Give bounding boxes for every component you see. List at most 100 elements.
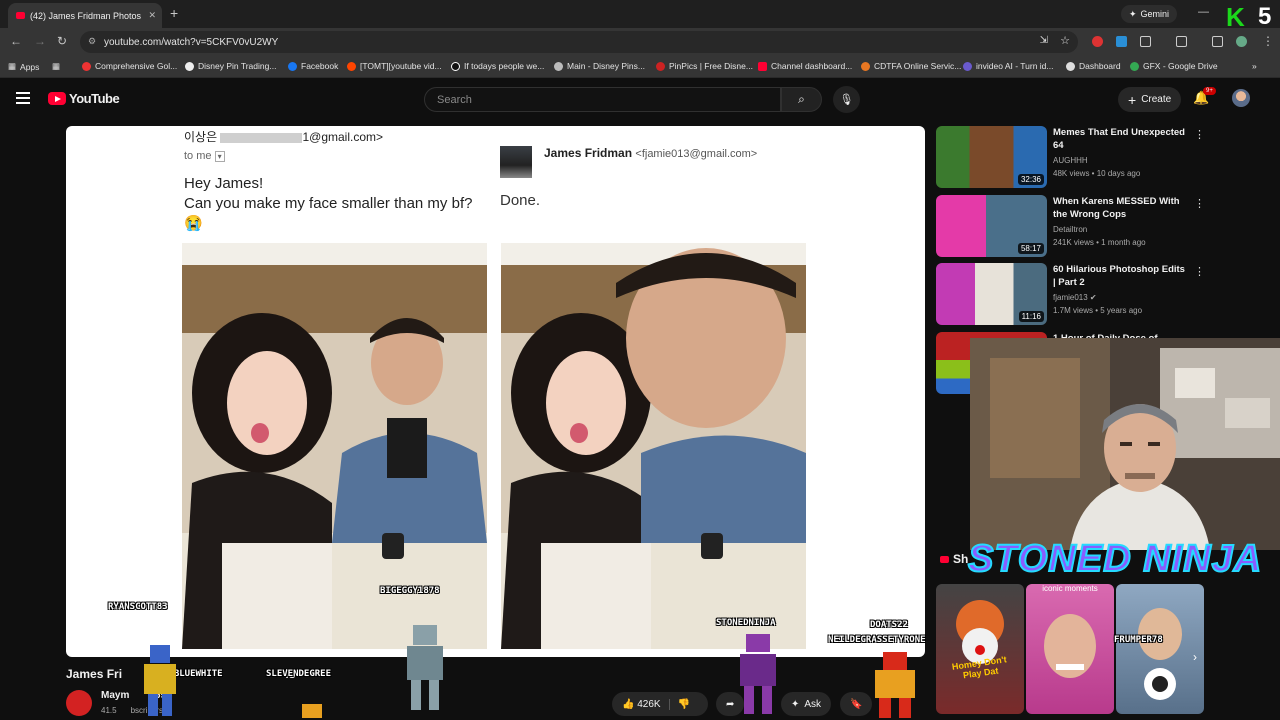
ask-button[interactable]: ✦ Ask [781, 692, 832, 716]
bookmark-favicon-icon [1066, 61, 1075, 71]
minimize-icon[interactable]: — [1198, 6, 1209, 18]
youtube-icon [758, 61, 767, 71]
bookmark-item[interactable]: PinPics | Free Disne... [656, 61, 753, 71]
reply-sender: James Fridman <fjamie013@gmail.com> [544, 146, 758, 160]
gemini-button[interactable]: ✦ Gemini [1121, 5, 1178, 23]
extension-red-icon[interactable] [1092, 36, 1103, 47]
pixel-sprite-icon [740, 634, 776, 714]
email-message: Hey James! Can you make my face smaller … [184, 175, 473, 232]
more-options-icon[interactable]: ⋮ [1194, 265, 1205, 278]
search-button[interactable]: ⌕ [781, 87, 822, 112]
video-thumbnail[interactable]: 32:36 [936, 126, 1047, 188]
profile-icon[interactable] [1236, 36, 1247, 47]
bookmark-star-icon[interactable]: ☆ [1060, 34, 1070, 47]
recommendation-meta: 1.7M views • 5 years ago [1053, 306, 1143, 315]
short-thumbnail[interactable]: iconic moments [1026, 584, 1114, 714]
stream-name-overlay: STONED NINJA [967, 537, 1263, 581]
bookmark-item[interactable]: Comprehensive Gol... [82, 61, 177, 71]
video-thumbnail[interactable]: 58:17 [936, 195, 1047, 257]
back-icon[interactable]: ← [10, 34, 22, 48]
youtube-header: YouTube Search ⌕ 🎙 + Create 🔔 9+ [0, 78, 1280, 122]
recommendation-title[interactable]: Memes That End Unexpected 64 [1053, 126, 1187, 152]
bookmark-item[interactable]: Disney Pin Trading... [185, 61, 276, 71]
forward-icon[interactable]: → [34, 34, 46, 48]
recommendation-channel[interactable]: AUGHHH [1053, 156, 1088, 165]
short-thumbnail[interactable]: Homey Don't Play Dat [936, 584, 1024, 714]
k-logo-icon: K [1226, 2, 1245, 32]
short-caption: iconic moments [1042, 584, 1098, 593]
gemini-sparkle-icon: ✦ [1129, 8, 1137, 19]
browser-menu-icon[interactable]: ⋮ [1262, 34, 1274, 48]
voice-search-button[interactable]: 🎙 [833, 86, 860, 113]
bookmark-item[interactable]: Main - Disney Pins... [554, 61, 645, 71]
bookmark-item[interactable]: GFX - Google Drive [1130, 61, 1218, 71]
chat-username: NEILDEGRASSETYRONE [828, 635, 926, 645]
reply-avatar [500, 146, 532, 178]
shorts-next-icon[interactable]: › [1193, 650, 1197, 664]
video-player[interactable]: 이상은 1@gmail.com> to me ▾ Hey James! Can … [66, 126, 925, 657]
site-info-icon[interactable]: ⚙ [88, 36, 96, 47]
pinterest-icon [656, 61, 665, 71]
email-sender: 이상은 1@gmail.com> [184, 130, 384, 144]
avatar[interactable] [1232, 89, 1250, 107]
bookmark-apps[interactable]: ▦ Apps [8, 61, 39, 72]
microphone-icon: 🎙 [839, 94, 854, 106]
recommendation-channel[interactable]: fjamie013 ✔ [1053, 293, 1097, 302]
duration-badge: 11:16 [1018, 311, 1044, 322]
duration-badge: 58:17 [1017, 243, 1044, 254]
bookmark-item[interactable]: If todays people we... [451, 61, 544, 71]
notification-badge: 9+ [1203, 87, 1216, 95]
bookmark-item[interactable]: Facebook [288, 61, 338, 71]
bookmark-item[interactable]: Channel dashboard... [758, 61, 852, 71]
verified-icon: ✔ [1089, 293, 1097, 302]
sparkle-icon: ✦ [791, 698, 800, 710]
bookmark-item[interactable]: invideo AI - Turn id... [963, 61, 1053, 71]
downloads-icon[interactable] [1212, 36, 1223, 47]
bookmark-favicon-icon [861, 61, 870, 71]
edited-photo [501, 243, 806, 649]
install-icon[interactable]: ⇲ [1040, 35, 1048, 46]
chat-username: STONEDNINJA [716, 618, 776, 628]
plus-icon: + [1128, 91, 1137, 108]
extensions-puzzle-icon[interactable] [1140, 36, 1151, 47]
extension-blue-icon[interactable] [1116, 36, 1127, 47]
pixel-sprite-icon [144, 645, 176, 716]
sidepanel-icon[interactable] [1176, 36, 1187, 47]
pixel-sprite-icon [302, 704, 322, 718]
bookmark-favicon-icon [554, 61, 563, 71]
bookmark-item[interactable]: [TOMT][youtube vid... [347, 61, 442, 71]
address-bar[interactable]: ⚙ youtube.com/watch?v=5CKFV0vU2WY ⇲ ☆ [80, 31, 1078, 53]
recommendation-title[interactable]: 60 Hilarious Photoshop Edits | Part 2 [1053, 263, 1187, 289]
like-button[interactable]: 👍 426K [622, 699, 661, 710]
recommendation-channel[interactable]: Detailtron [1053, 225, 1087, 234]
original-photo [182, 243, 487, 649]
streamer-webcam [970, 338, 1280, 550]
bookmark-favicon-icon [82, 61, 91, 71]
short-thumbnail[interactable] [1116, 584, 1204, 714]
like-dislike-bar: 👍 426K 👎 [612, 692, 708, 716]
create-button[interactable]: + Create [1118, 87, 1182, 112]
tiktok-icon [451, 61, 460, 71]
browser-tab[interactable]: (42) James Fridman Photos ✕ [8, 3, 162, 28]
new-tab-icon[interactable]: + [170, 5, 178, 21]
bookmark-item[interactable]: CDTFA Online Servic... [861, 61, 961, 71]
search-input[interactable]: Search [424, 87, 781, 112]
channel-avatar[interactable] [66, 690, 92, 716]
recommendation-meta: 48K views • 10 days ago [1053, 169, 1141, 178]
bookmark-item[interactable]: Dashboard [1066, 61, 1121, 71]
youtube-logo[interactable]: YouTube [48, 91, 120, 106]
bookmarks-overflow-icon[interactable]: » [1252, 61, 1257, 71]
gemini-label: Gemini [1140, 9, 1170, 19]
more-options-icon[interactable]: ⋮ [1194, 128, 1205, 141]
tab-close-icon[interactable]: ✕ [148, 10, 156, 21]
recommendation-meta: 241K views • 1 month ago [1053, 238, 1146, 247]
video-thumbnail[interactable]: 11:16 [936, 263, 1047, 325]
reload-icon[interactable]: ↻ [57, 34, 67, 48]
youtube-favicon-icon [16, 12, 25, 19]
recommendation-title[interactable]: When Karens MESSED With the Wrong Cops [1053, 195, 1187, 221]
dislike-icon[interactable]: 👎 [668, 698, 690, 710]
menu-icon[interactable] [16, 92, 30, 104]
bookmarks-grid-icon[interactable]: ▦ [52, 61, 60, 72]
more-options-icon[interactable]: ⋮ [1194, 197, 1205, 210]
chat-username: FRUMPER78 [1114, 635, 1163, 645]
